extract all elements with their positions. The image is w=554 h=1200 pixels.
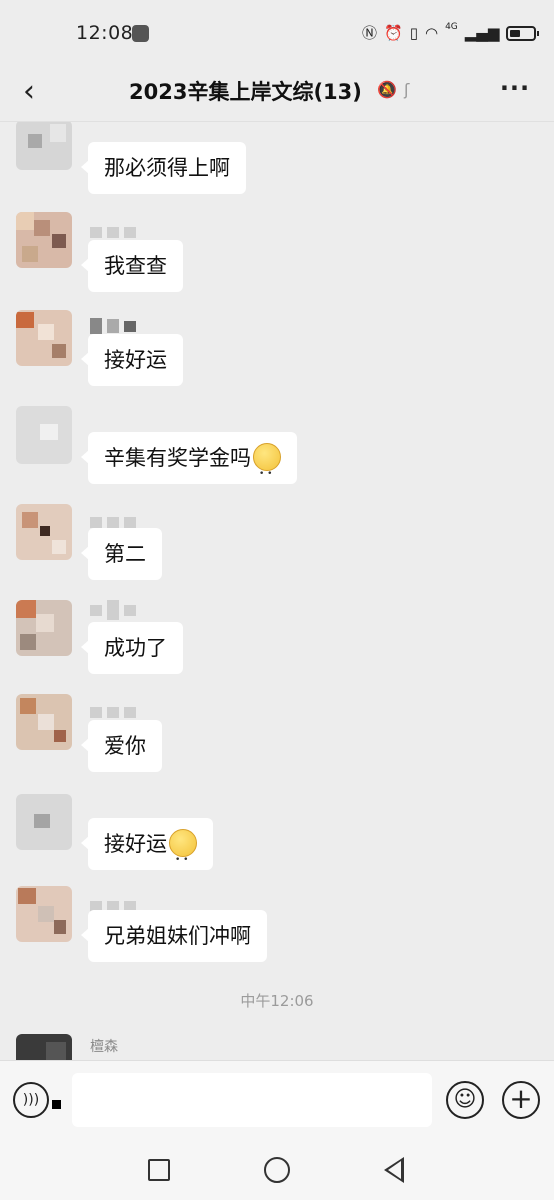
message-bubble[interactable]: 接好运 <box>81 334 183 386</box>
battery-icon <box>506 25 540 41</box>
emoji-icon <box>253 443 281 500</box>
sender-name <box>90 704 136 720</box>
message-input[interactable] <box>72 1073 432 1127</box>
signal-icon: ▂▄▆ <box>464 24 500 42</box>
recent-apps-icon[interactable] <box>148 1159 170 1181</box>
nav-back-icon[interactable] <box>384 1157 404 1183</box>
voice-input-icon[interactable]: ))) <box>13 1082 49 1118</box>
sender-name <box>90 600 136 620</box>
home-icon[interactable] <box>264 1157 290 1183</box>
input-bar: ))) ☺ + <box>0 1060 554 1140</box>
more-options-icon[interactable]: ··· <box>498 74 532 104</box>
status-bar: 12:08 Ⓝ ⏰ ▯ ◠ 4G ▂▄▆ <box>0 0 554 66</box>
message-text: 我查查 <box>104 254 167 278</box>
message-text: 成功了 <box>104 636 167 660</box>
network-label: 4G <box>445 22 458 32</box>
avatar[interactable] <box>16 694 72 750</box>
message-bubble[interactable]: 成功了 <box>81 622 183 674</box>
avatar[interactable] <box>16 794 72 850</box>
text-cursor <box>52 1100 61 1109</box>
alarm-icon: ⏰ <box>384 24 403 42</box>
mute-bell-icon: 🔕 <box>377 80 397 99</box>
avatar[interactable] <box>16 1034 72 1060</box>
status-time: 12:08 <box>76 22 134 44</box>
emoji-button[interactable]: ☺ <box>446 1081 484 1119</box>
notification-app-icon <box>132 25 149 42</box>
message-text: 接好运 <box>104 832 167 856</box>
wifi-icon: ◠ <box>424 24 439 42</box>
message-bubble[interactable]: 第二 <box>81 528 162 580</box>
avatar[interactable] <box>16 406 72 464</box>
sender-name <box>90 224 136 240</box>
nfc-icon: Ⓝ <box>362 24 378 42</box>
message-text: 接好运 <box>104 348 167 372</box>
message-bubble[interactable]: 兄弟姐妹们冲啊 <box>81 910 267 962</box>
avatar[interactable] <box>16 310 72 366</box>
avatar[interactable] <box>16 600 72 656</box>
message-bubble[interactable]: 爱你 <box>81 720 162 772</box>
chat-title: 2023辛集上岸文综(13) <box>129 80 362 104</box>
message-bubble[interactable]: 辛集有奖学金吗 <box>81 432 297 500</box>
message-text: 兄弟姐妹们冲啊 <box>104 924 251 948</box>
chat-message-list[interactable]: 那必须得上啊 我查查 接好运 辛集有奖学金吗• • 第二 成功了 爱你 接好运•… <box>0 122 554 1060</box>
message-bubble[interactable]: 那必须得上啊 <box>81 142 246 194</box>
earpiece-icon: ʃ <box>404 80 410 99</box>
system-nav-bar <box>0 1140 554 1200</box>
message-text: 爱你 <box>104 734 146 758</box>
avatar[interactable] <box>16 212 72 268</box>
emoji-icon <box>169 829 197 886</box>
message-text: 那必须得上啊 <box>104 156 230 180</box>
back-icon[interactable]: ‹ <box>14 77 44 108</box>
sender-name: 檀森 <box>90 1039 118 1055</box>
time-divider: 中午12:06 <box>240 992 314 1010</box>
message-bubble[interactable]: 接好运 <box>81 818 213 886</box>
message-text: 第二 <box>104 542 146 566</box>
avatar[interactable] <box>16 122 72 170</box>
chat-header: ‹ 2023辛集上岸文综(13) 🔕 ʃ ··· <box>0 66 554 122</box>
more-attachments-button[interactable]: + <box>502 1081 540 1119</box>
message-bubble[interactable]: 我查查 <box>81 240 183 292</box>
avatar[interactable] <box>16 504 72 560</box>
status-icons: Ⓝ ⏰ ▯ ◠ 4G ▂▄▆ <box>362 22 540 44</box>
avatar[interactable] <box>16 886 72 942</box>
message-text: 辛集有奖学金吗 <box>104 446 251 470</box>
vibrate-icon: ▯ <box>409 24 418 42</box>
sender-name <box>90 318 136 334</box>
